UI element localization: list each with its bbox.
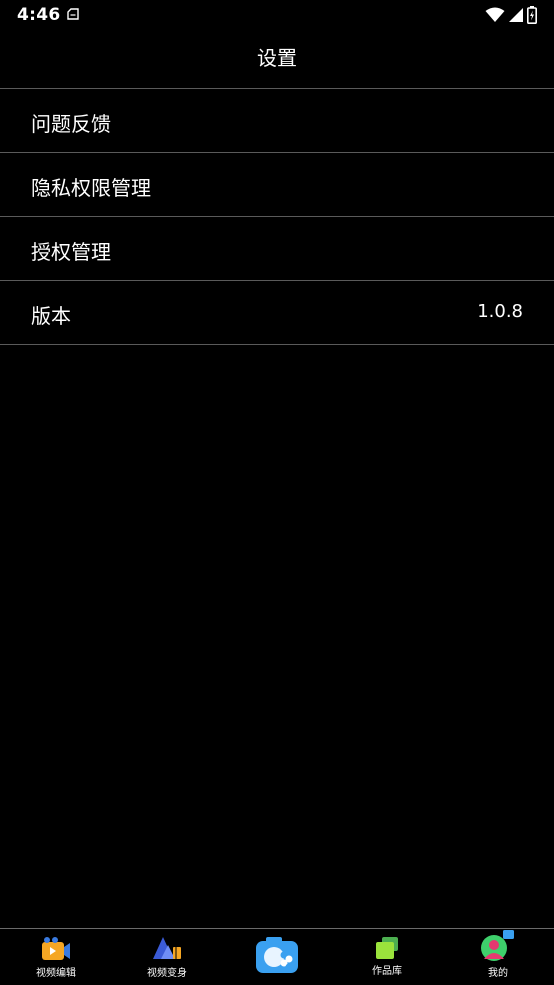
tab-label: 我的 [488, 968, 508, 979]
settings-item-label: 隐私权限管理 [31, 176, 151, 200]
settings-item-label: 问题反馈 [31, 112, 111, 136]
notification-icon [67, 8, 79, 20]
settings-item-authorization[interactable]: 授权管理 [0, 217, 554, 281]
tab-label: 视频变身 [147, 968, 187, 979]
settings-item-feedback[interactable]: 问题反馈 [0, 89, 554, 153]
status-time: 4:46 [17, 5, 61, 25]
wifi-icon [485, 7, 505, 22]
cell-signal-icon [509, 8, 523, 22]
status-icons [485, 6, 537, 24]
video-transform-icon [153, 937, 181, 959]
tab-works-library[interactable]: 作品库 [332, 929, 442, 985]
tab-label: 作品库 [372, 966, 402, 977]
video-edit-icon [42, 937, 70, 960]
camera-icon [256, 937, 298, 973]
tab-profile[interactable]: 我的 [443, 929, 553, 985]
profile-icon [481, 930, 514, 961]
battery-icon [527, 6, 537, 24]
works-library-icon [376, 937, 398, 959]
tab-video-transform[interactable]: 视频变身 [112, 929, 222, 985]
settings-list: 问题反馈 隐私权限管理 授权管理 版本 1.0.8 [0, 89, 554, 345]
page-title: 设置 [257, 46, 297, 70]
tab-label: 视频编辑 [36, 968, 76, 979]
settings-item-label: 版本 [31, 304, 71, 328]
version-value: 1.0.8 [477, 301, 523, 322]
tab-camera[interactable] [222, 929, 332, 985]
bottom-tab-bar: 视频编辑 视频变身 作品库 我的 [0, 928, 554, 985]
tab-video-edit[interactable]: 视频编辑 [1, 929, 111, 985]
settings-item-privacy-permissions[interactable]: 隐私权限管理 [0, 153, 554, 217]
header: 设置 [0, 32, 554, 89]
status-bar: 4:46 [0, 0, 554, 32]
settings-item-label: 授权管理 [31, 240, 111, 264]
settings-item-version: 版本 1.0.8 [0, 281, 554, 345]
